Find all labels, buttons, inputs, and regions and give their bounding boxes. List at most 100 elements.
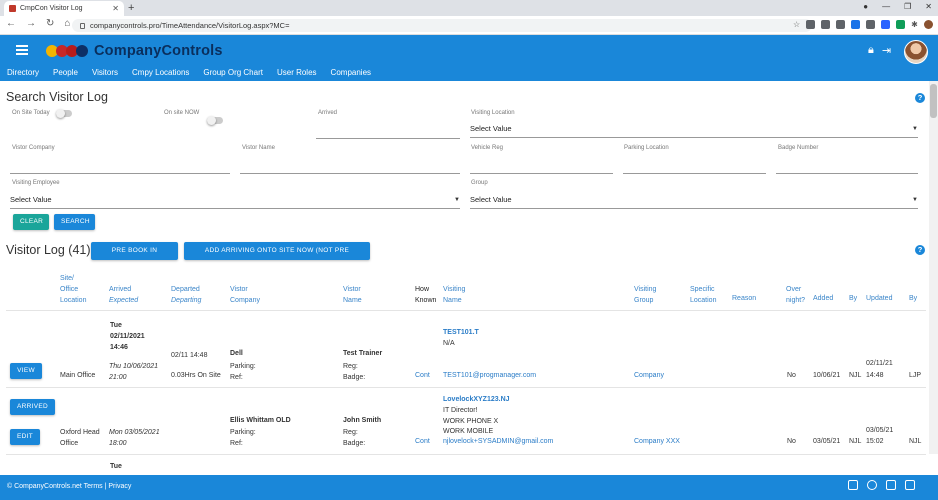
minimize-icon[interactable]: —: [882, 2, 890, 11]
visiting-code-link[interactable]: LovelockXYZ123.NJ: [443, 396, 510, 403]
visitor-company-label: Vistor Company: [12, 145, 55, 151]
nav-user-roles[interactable]: User Roles: [270, 66, 324, 80]
col-overnight[interactable]: Over night?: [786, 284, 805, 306]
message-icon[interactable]: [886, 480, 896, 490]
updated-time: 15:02: [866, 438, 884, 445]
col-arrived[interactable]: Arrived Expected: [109, 284, 138, 306]
col-site-office-location[interactable]: Site/ Office Location: [60, 273, 86, 306]
nav-cmpy-locations[interactable]: Cmpy Locations: [125, 66, 196, 80]
page-scrollbar[interactable]: [929, 81, 938, 454]
forward-icon[interactable]: →: [26, 18, 36, 29]
logout-icon[interactable]: ⇥: [882, 44, 891, 57]
feedback-icon[interactable]: [905, 480, 915, 490]
url-field[interactable]: companycontrols.pro/TimeAttendance/Visit…: [72, 19, 812, 32]
home-icon[interactable]: ⌂: [64, 18, 70, 29]
brand-logo[interactable]: CompanyControls: [46, 43, 223, 59]
col-visiting-group[interactable]: Visiting Group: [634, 284, 656, 306]
expected-hour: 21:00: [109, 374, 127, 381]
visiting-group-link[interactable]: Company XXX: [634, 438, 680, 445]
visitor-company-input[interactable]: [10, 173, 230, 174]
hamburger-menu-icon[interactable]: [16, 45, 28, 55]
extensions-puzzle-icon[interactable]: ✱: [911, 20, 918, 29]
visiting-email-link[interactable]: njlovelock+SYSADMIN@gmail.com: [443, 438, 553, 445]
header-icons: 🔒︎ ⇥: [868, 44, 891, 57]
table-divider: [6, 454, 926, 455]
visiting-employee-select[interactable]: Select Value ▼: [10, 195, 460, 209]
help-icon[interactable]: ?: [915, 93, 925, 103]
nav-group-org-chart[interactable]: Group Org Chart: [196, 66, 270, 80]
extension-icon[interactable]: [896, 20, 906, 29]
new-tab-icon[interactable]: +: [128, 2, 134, 14]
badge-number-input[interactable]: [776, 173, 918, 174]
maximize-icon[interactable]: ❐: [904, 2, 911, 11]
col-updated-by[interactable]: By: [909, 295, 917, 302]
vehicle-reg-input[interactable]: [470, 173, 613, 174]
col-vistor-company[interactable]: Vistor Company: [230, 284, 260, 306]
on-site-now-toggle[interactable]: [207, 115, 223, 125]
profile-avatar-icon[interactable]: [923, 20, 933, 29]
arrived-input[interactable]: [316, 138, 460, 139]
prebook-button[interactable]: PRE BOOK IN VISITOR: [91, 242, 178, 272]
edit-button[interactable]: EDIT: [10, 429, 40, 445]
extension-icon[interactable]: [821, 20, 831, 29]
user-avatar[interactable]: [904, 40, 928, 64]
profile-icon[interactable]: ●: [863, 2, 868, 11]
visiting-location-select[interactable]: Select Value ▼: [470, 124, 918, 138]
expected-date: Mon 03/05/2021: [109, 429, 160, 436]
col-vistor-name[interactable]: Vistor Name: [343, 284, 362, 306]
add-arriving-button[interactable]: ADD ARRIVING ONTO SITE NOW (NOT PRE BOOK…: [184, 242, 370, 272]
close-tab-icon[interactable]: ✕: [112, 4, 119, 13]
footer-text[interactable]: © CompanyControls.net Terms | Privacy: [7, 483, 131, 490]
arrived-button[interactable]: ARRIVED: [10, 399, 55, 415]
extension-icon[interactable]: [851, 20, 861, 29]
overnight: No: [787, 372, 796, 379]
scrollbar-thumb[interactable]: [930, 84, 937, 118]
view-button[interactable]: VIEW: [10, 363, 42, 379]
close-window-icon[interactable]: ✕: [925, 2, 932, 11]
visiting-group-link[interactable]: Company: [634, 372, 664, 379]
reload-icon[interactable]: ↻: [46, 18, 54, 29]
header-text: How: [415, 286, 430, 293]
visitor-company: Dell: [230, 350, 243, 357]
col-added-by[interactable]: By: [849, 295, 857, 302]
col-reason[interactable]: Reason: [732, 295, 756, 302]
how-known-link[interactable]: Cont: [415, 372, 430, 379]
on-site-today-toggle[interactable]: [56, 108, 72, 118]
nav-companies[interactable]: Companies: [324, 66, 378, 80]
header-text: Group: [634, 297, 654, 304]
col-added[interactable]: Added: [813, 295, 833, 302]
bookmark-star-icon[interactable]: ☆: [793, 20, 800, 29]
extension-icon[interactable]: [881, 20, 891, 29]
reg-badge: Reg: Badge:: [343, 361, 365, 383]
visitor-name-input[interactable]: [240, 173, 460, 174]
help-icon[interactable]: ?: [915, 245, 925, 255]
col-specific-location[interactable]: Specific Location: [690, 284, 716, 306]
chat-icon[interactable]: [848, 480, 858, 490]
browser-tab[interactable]: CmpCon Visitor Log ✕: [4, 1, 124, 16]
nav-people[interactable]: People: [46, 66, 85, 80]
nav-visitors[interactable]: Visitors: [85, 66, 125, 80]
group-select[interactable]: Select Value ▼: [470, 195, 918, 209]
back-icon[interactable]: ←: [6, 18, 16, 29]
clear-button[interactable]: CLEAR: [13, 214, 49, 230]
lock-icon: [80, 22, 85, 29]
search-button[interactable]: SEARCH: [54, 214, 95, 230]
site-location: Oxford Head Office: [60, 427, 100, 449]
extension-icon[interactable]: [866, 20, 876, 29]
how-known-link[interactable]: Cont: [415, 438, 430, 445]
nav-directory[interactable]: Directory: [0, 66, 46, 80]
extension-icons: ☆ ✱ ⋮: [793, 20, 938, 29]
col-how-known: How Known: [415, 284, 436, 306]
extension-icon[interactable]: [836, 20, 846, 29]
visiting-code-link[interactable]: TEST101.T: [443, 329, 479, 336]
parking-location-input[interactable]: [623, 173, 766, 174]
lock-icon[interactable]: 🔒︎: [868, 44, 874, 57]
col-departed[interactable]: Departed Departing: [171, 284, 201, 306]
col-updated[interactable]: Updated: [866, 295, 892, 302]
visiting-details: IT Director! WORK PHONE X WORK MOBILE: [443, 406, 498, 438]
col-visiting-name[interactable]: Visiting Name: [443, 284, 465, 306]
visiting-email-link[interactable]: TEST101@progmanager.com: [443, 372, 536, 379]
extension-icon[interactable]: [806, 20, 816, 29]
help-circle-icon[interactable]: [867, 480, 877, 490]
arrived-time: 14:46: [110, 344, 128, 351]
